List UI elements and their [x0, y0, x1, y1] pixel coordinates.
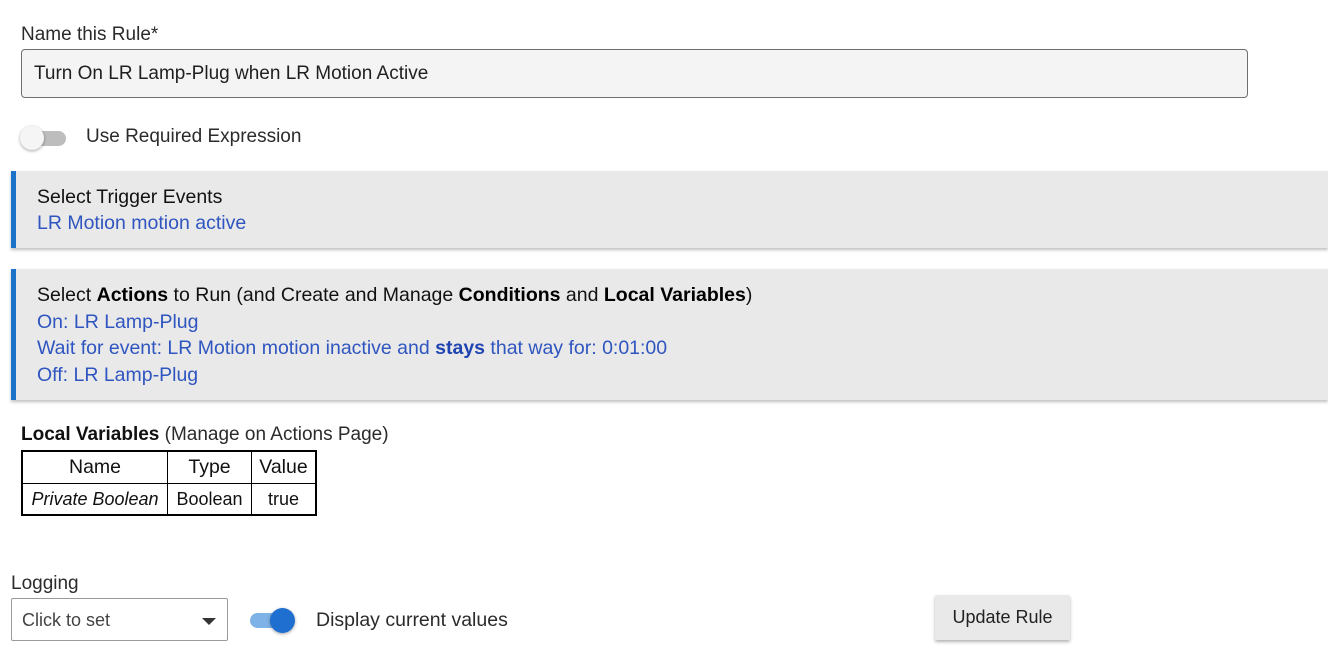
logging-label: Logging	[11, 573, 79, 594]
variable-value-cell: true	[251, 483, 317, 516]
variable-name-cell: Private Boolean	[21, 483, 168, 516]
column-header-type: Type	[167, 450, 252, 484]
table-row: Private Boolean Boolean true	[21, 483, 317, 516]
logging-selected-value: Click to set	[22, 610, 111, 630]
action-item-on[interactable]: On: LR Lamp-Plug	[37, 311, 199, 334]
table-header-row: Name Type Value	[21, 450, 317, 484]
toggle-knob	[20, 126, 44, 150]
column-header-name: Name	[21, 450, 168, 484]
display-current-values-label: Display current values	[316, 609, 508, 631]
variable-type-cell: Boolean	[167, 483, 252, 516]
update-rule-button[interactable]: Update Rule	[935, 595, 1070, 640]
trigger-section-title: Select Trigger Events	[37, 186, 223, 208]
rule-editor-page: Name this Rule* Use Required Expression …	[0, 0, 1328, 665]
actions-section-title: Select Actions to Run (and Create and Ma…	[37, 284, 753, 306]
action-item-off[interactable]: Off: LR Lamp-Plug	[37, 364, 198, 387]
local-variables-table: Name Type Value Private Boolean Boolean …	[21, 450, 317, 516]
logging-select[interactable]: Click to set	[11, 598, 228, 641]
column-header-value: Value	[251, 450, 317, 484]
trigger-events-section[interactable]: Select Trigger Events LR Motion motion a…	[11, 171, 1328, 248]
toggle-knob	[270, 608, 295, 633]
required-expression-toggle[interactable]	[20, 124, 68, 152]
trigger-item[interactable]: LR Motion motion active	[37, 212, 246, 235]
display-current-values-toggle[interactable]	[248, 605, 298, 635]
required-expression-label: Use Required Expression	[86, 126, 302, 147]
local-variables-label: Local Variables (Manage on Actions Page)	[21, 424, 389, 445]
rule-name-input[interactable]	[21, 49, 1248, 98]
caret-down-icon	[202, 618, 216, 625]
action-item-wait[interactable]: Wait for event: LR Motion motion inactiv…	[37, 337, 667, 360]
rule-name-label: Name this Rule*	[21, 24, 159, 45]
actions-section[interactable]: Select Actions to Run (and Create and Ma…	[11, 269, 1328, 400]
